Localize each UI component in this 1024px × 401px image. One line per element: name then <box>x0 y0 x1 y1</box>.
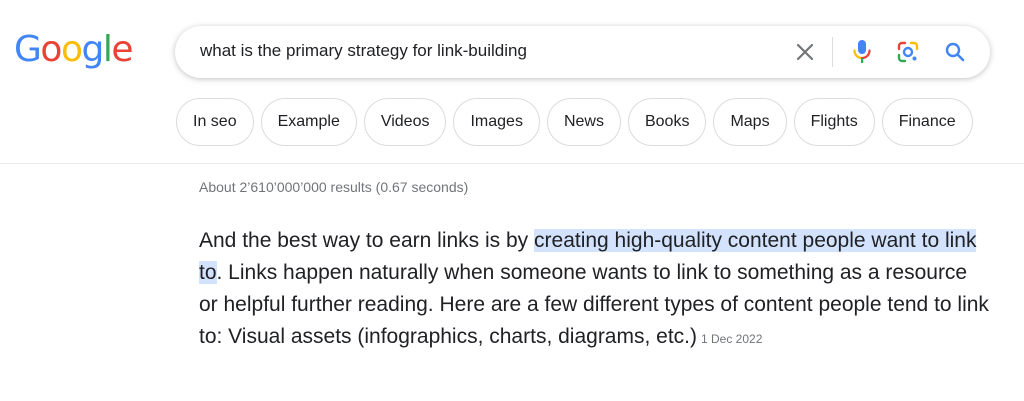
chip-maps[interactable]: Maps <box>713 98 787 146</box>
chip-in-seo[interactable]: In seo <box>176 98 254 146</box>
logo-letter: l <box>102 29 113 70</box>
logo-letter: o <box>60 29 83 70</box>
search-input[interactable]: what is the primary strategy for link-bu… <box>200 41 527 61</box>
search-icon <box>945 42 965 62</box>
logo-letter: g <box>81 29 104 70</box>
featured-snippet: And the best way to earn links is by cre… <box>199 225 989 355</box>
close-icon <box>796 43 814 61</box>
lens-icon <box>897 41 919 63</box>
search-filter-chips: In seo Example Videos Images News Books … <box>176 98 973 146</box>
logo-letter: e <box>111 29 133 70</box>
chip-finance[interactable]: Finance <box>881 98 973 146</box>
search-box[interactable]: what is the primary strategy for link-bu… <box>175 26 990 78</box>
snippet-date: 1 Dec 2022 <box>701 332 763 346</box>
search-button[interactable] <box>943 40 967 64</box>
search-divider <box>832 37 833 67</box>
voice-search-button[interactable] <box>851 39 873 65</box>
logo-letter: o <box>40 29 62 70</box>
chip-books[interactable]: Books <box>627 98 707 146</box>
snippet-text-before: And the best way to earn links is by <box>199 229 535 252</box>
chip-images[interactable]: Images <box>453 98 540 146</box>
logo-letter: G <box>14 29 42 70</box>
chip-news[interactable]: News <box>546 98 621 146</box>
snippet-text-after: . Links happen naturally when someone wa… <box>199 261 989 348</box>
clear-button[interactable] <box>793 40 817 64</box>
google-logo[interactable]: Google <box>14 29 133 70</box>
header-divider <box>0 163 1024 164</box>
image-search-button[interactable] <box>896 40 920 64</box>
microphone-icon <box>853 40 871 63</box>
result-stats: About 2’610’000’000 results (0.67 second… <box>199 179 469 195</box>
chip-flights[interactable]: Flights <box>793 98 875 146</box>
chip-example[interactable]: Example <box>260 98 357 146</box>
chip-videos[interactable]: Videos <box>363 98 447 146</box>
